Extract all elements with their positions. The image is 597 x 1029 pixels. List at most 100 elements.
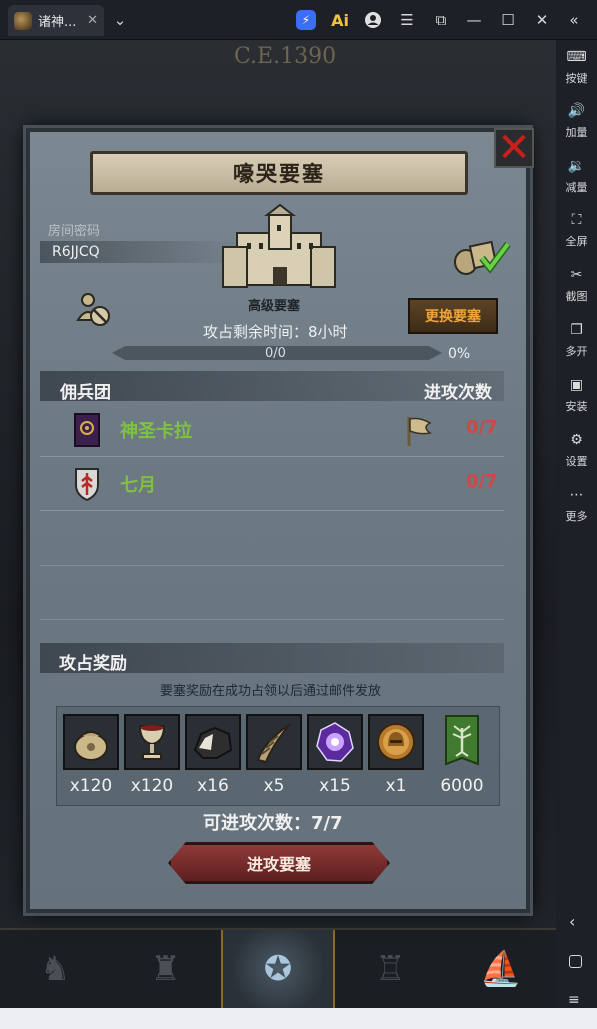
castle-icon — [222, 203, 336, 288]
volume-down-icon: 🔉 — [567, 158, 586, 174]
reward-item[interactable]: x15 — [307, 714, 363, 796]
sidebar-item-label: 多开 — [565, 345, 588, 358]
shield-emblem-icon — [75, 468, 99, 501]
helmet-medal-icon — [377, 723, 415, 761]
empty-row-divider — [40, 619, 504, 620]
reward-item[interactable]: x1 — [368, 714, 424, 796]
reward-quantity: 6000 — [440, 776, 484, 796]
mercenary-name: 七月 — [120, 475, 156, 496]
capture-progress-percent: 0% — [448, 346, 471, 362]
close-window-icon[interactable]: ✕ — [532, 10, 552, 30]
sidebar-item-volume-up[interactable]: 🔊 加量 — [556, 102, 597, 140]
popout-icon[interactable]: ⧉ — [431, 10, 451, 30]
reward-quantity: x1 — [385, 776, 407, 796]
nav-knight-icon[interactable]: ♞ — [0, 930, 110, 1008]
reward-quantity: x120 — [69, 776, 113, 796]
sidebar-item-fullscreen[interactable]: ⛶ 全屏 — [556, 211, 597, 249]
modal-title: 嚎哭要塞 — [233, 162, 325, 186]
sidebar-item-label: 全屏 — [565, 235, 588, 248]
sidebar-item-more[interactable]: ⋯ 更多 — [556, 486, 597, 524]
volume-up-icon: 🔊 — [567, 103, 586, 119]
sidebar-item-label: 安装 — [565, 400, 588, 413]
empty-row-divider — [40, 565, 504, 566]
nav-compass-icon[interactable]: ✪ — [220, 930, 336, 1008]
purple-crystal-icon — [316, 722, 354, 762]
reward-item[interactable]: 6000 — [434, 714, 490, 796]
rewards-note: 要塞奖励在成功占领以后通过邮件发放 — [160, 684, 382, 699]
nav-ship-icon[interactable]: ⛵ — [446, 930, 556, 1008]
capture-time-remaining: 攻占剩余时间：8小时 — [203, 323, 348, 341]
sidebar-item-install[interactable]: ▣ 安装 — [556, 376, 597, 414]
horn-icon — [256, 723, 291, 764]
settings-icon: ⚙ — [570, 432, 583, 448]
browser-tab[interactable]: 诸神... ✕ — [8, 5, 104, 36]
reward-item[interactable]: x120 — [124, 714, 180, 796]
maximize-icon[interactable]: ☐ — [498, 10, 518, 30]
apk-install-icon: ▣ — [569, 377, 584, 393]
reward-quantity: x120 — [130, 776, 174, 796]
back-icon[interactable]: ‹ — [569, 912, 575, 931]
sidebar-item-label: 减量 — [565, 181, 588, 194]
sidebar-item-screenshot[interactable]: ✂ 截图 — [556, 266, 597, 304]
attack-fortress-button[interactable]: 进攻要塞 — [168, 842, 390, 884]
user-account-icon[interactable] — [363, 10, 383, 30]
collapse-sidebar-icon[interactable]: « — [564, 10, 584, 30]
tab-title: 诸神... — [38, 15, 77, 30]
attack-count-header: 进攻次数 — [424, 383, 492, 403]
home-icon[interactable] — [569, 955, 582, 968]
minimize-icon[interactable]: — — [464, 10, 484, 30]
boost-lightning-icon[interactable]: ⚡ — [296, 10, 316, 30]
recents-icon[interactable]: ≡ — [568, 992, 580, 1008]
tab-close-icon[interactable]: ✕ — [87, 13, 98, 28]
chalice-icon — [138, 725, 166, 760]
reward-quantity: x16 — [197, 776, 229, 796]
rewards-header: 攻占奖励 — [59, 654, 127, 674]
menu-icon[interactable]: ☰ — [397, 10, 417, 30]
mercenary-row[interactable]: 神圣卡拉 0/7 — [40, 403, 504, 457]
sidebar-item-keys[interactable]: ⌨ 按键 — [556, 48, 597, 86]
reward-item[interactable]: x120 — [63, 714, 119, 796]
fullscreen-icon: ⛶ — [571, 212, 582, 228]
reward-quantity: x5 — [263, 776, 285, 796]
remaining-attempts: 可进攻次数：7/7 — [203, 813, 343, 834]
attack-fortress-label: 进攻要塞 — [246, 855, 311, 874]
close-modal-button[interactable]: ✕ — [494, 128, 534, 168]
purple-guild-emblem-icon — [74, 413, 100, 447]
mercenary-row[interactable]: 七月 0/7 — [40, 457, 504, 511]
no-reward-icon — [76, 293, 110, 326]
change-fortress-button[interactable]: 更换要塞 — [408, 298, 498, 334]
ai-assistant-icon[interactable]: Ai — [327, 10, 353, 30]
mercenaries-header: 佣兵团 — [60, 383, 111, 403]
title-bar: 诸神... ✕ ⌄ ⚡ Ai ☰ ⧉ — ☐ ✕ « — [0, 0, 597, 40]
mercenary-name: 神圣卡拉 — [120, 421, 192, 442]
sidebar-item-label: 按键 — [565, 72, 588, 85]
fortress-level-label: 高级要塞 — [248, 299, 301, 314]
nav-castle-icon[interactable]: ♖ — [335, 930, 445, 1008]
sidebar-item-label: 设置 — [565, 455, 588, 468]
sidebar-item-multi[interactable]: ❐ 多开 — [556, 321, 597, 359]
nav-warrior-icon[interactable]: ♜ — [110, 930, 220, 1008]
room-password-label: 房间密码 — [48, 224, 101, 239]
capture-progress-count: 0/0 — [265, 346, 286, 361]
game-bottom-nav: ♞ ♜ ✪ ♖ ⛵ — [0, 928, 556, 1008]
close-icon: ✕ — [497, 125, 531, 171]
reward-item[interactable]: x5 — [246, 714, 302, 796]
game-favicon-icon — [14, 11, 32, 30]
ore-chunk-icon — [193, 726, 233, 759]
reward-quantity: x15 — [319, 776, 351, 796]
os-taskbar — [0, 1008, 597, 1029]
chevron-down-icon[interactable]: ⌄ — [110, 10, 130, 30]
sidebar-item-label: 更多 — [565, 510, 588, 523]
mercenary-attack-count: 0/7 — [466, 417, 498, 438]
reward-item[interactable]: x16 — [185, 714, 241, 796]
era-label: C.E.1390 — [234, 44, 337, 69]
sidebar-item-label: 截图 — [565, 290, 588, 303]
coin-pouch-icon — [74, 731, 108, 761]
multi-instance-icon: ❐ — [570, 322, 583, 338]
sidebar-item-volume-down[interactable]: 🔉 减量 — [556, 157, 597, 195]
mercenary-attack-count: 0/7 — [466, 471, 498, 492]
sidebar-item-settings[interactable]: ⚙ 设置 — [556, 431, 597, 469]
guild-banner-icon — [445, 715, 479, 766]
more-icon: ⋯ — [569, 487, 584, 503]
keyboard-icon: ⌨ — [566, 49, 587, 65]
